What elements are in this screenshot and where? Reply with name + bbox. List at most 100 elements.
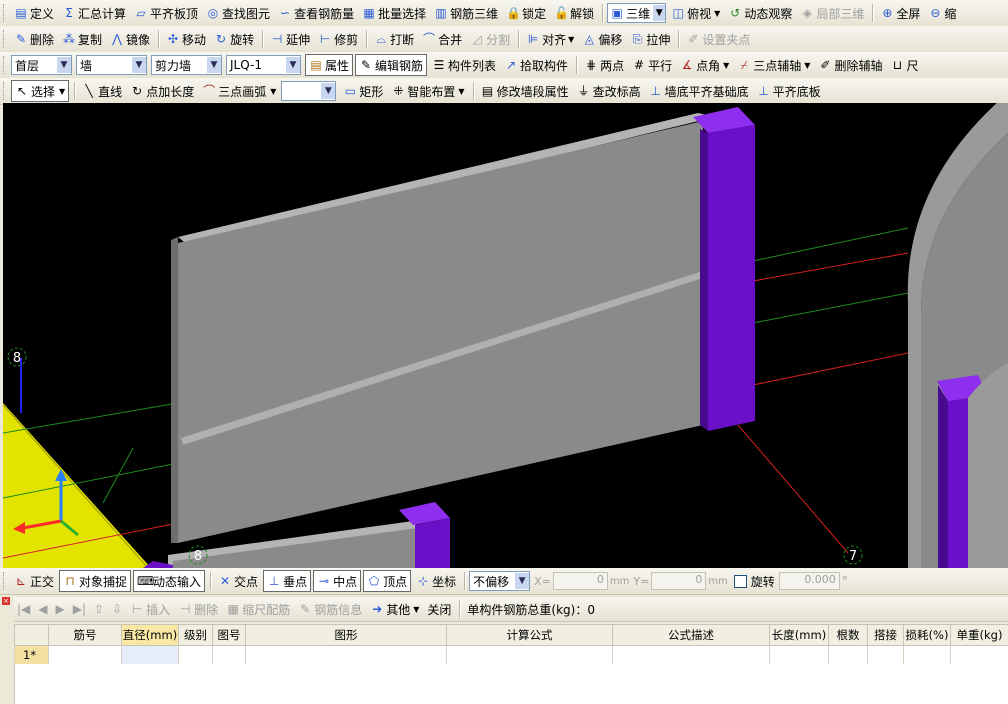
grid-cell[interactable] — [867, 645, 904, 665]
rebar-info-button[interactable]: ✎ 钢筋信息 — [295, 599, 365, 619]
midpoint-snap[interactable]: ⊸ 中点 — [313, 570, 362, 592]
grip-point-button[interactable]: ✐ 设置夹点 — [683, 29, 753, 49]
rotate-checkbox[interactable] — [733, 574, 747, 588]
3d-viewport[interactable]: 8 8 7 — [3, 103, 1008, 568]
toolbar-grip[interactable] — [3, 4, 8, 22]
table-row[interactable]: 1* — [14, 645, 1008, 665]
edit-rebar-button[interactable]: ✎ 编辑钢筋 — [355, 54, 428, 76]
toolbar-grip[interactable] — [3, 30, 8, 48]
column-header[interactable]: 长度(mm) — [769, 624, 829, 646]
column-header[interactable]: 计算公式 — [446, 624, 613, 646]
grid-cell[interactable] — [245, 645, 447, 665]
column-header[interactable]: 图形 — [245, 624, 447, 646]
column-header[interactable]: 根数 — [828, 624, 868, 646]
extend-button[interactable]: ⊣ 延伸 — [267, 29, 313, 49]
next-record-button[interactable]: ▶ — [53, 599, 68, 619]
batch-select-button[interactable]: ▦ 批量选择 — [359, 3, 429, 23]
move-down-button[interactable]: ⇩ — [109, 599, 125, 619]
perpendicular-snap[interactable]: ⊥ 垂点 — [263, 570, 312, 592]
view-mode-dropdown[interactable]: ▣ 三维 ▼ — [607, 3, 667, 23]
delete-button[interactable]: ✎ 删除 — [11, 29, 57, 49]
properties-button[interactable]: ▤ 属性 — [305, 54, 354, 76]
select-button[interactable]: ↖ 选择 ▼ — [11, 80, 70, 102]
grid-cell[interactable] — [950, 645, 1008, 665]
fullscreen-button[interactable]: ⊕ 全屏 — [877, 3, 923, 23]
smart-layout-button[interactable]: ⁜ 智能布置 ▼ — [388, 81, 467, 101]
column-header[interactable]: 图号 — [212, 624, 246, 646]
column-header[interactable]: 搭接 — [867, 624, 904, 646]
delete-row-button[interactable]: ⊣ 删除 — [175, 599, 221, 619]
close-panel-icon[interactable]: × — [2, 597, 10, 605]
split-button[interactable]: ◿ 分割 — [467, 29, 513, 49]
break-button[interactable]: ⌓ 打断 — [371, 29, 417, 49]
align-button[interactable]: ⊫ 对齐 ▼ — [523, 29, 577, 49]
column-header[interactable]: 单重(kg) — [950, 624, 1008, 646]
mirror-button[interactable]: ⋀ 镜像 — [107, 29, 153, 49]
grid-cell[interactable] — [212, 645, 246, 665]
local-3d-button[interactable]: ◈ 局部三维 — [797, 3, 867, 23]
insert-button[interactable]: ⊢ 插入 — [127, 599, 173, 619]
two-points-axis-button[interactable]: ⋕ 两点 — [581, 55, 627, 75]
object-snap-toggle[interactable]: ⊓ 对象捕捉 — [59, 570, 132, 592]
unlock-button[interactable]: 🔓 解锁 — [551, 3, 597, 23]
sum-button[interactable]: Σ 汇总计算 — [59, 3, 129, 23]
row-header[interactable]: 1* — [14, 645, 49, 665]
toolbar-grip[interactable] — [3, 56, 8, 74]
type-select[interactable]: 剪力墙 ▼ — [151, 55, 222, 75]
floor-select[interactable]: 首层 ▼ — [11, 55, 72, 75]
arc-button[interactable]: ⌒ 三点画弧 ▼ — [199, 81, 279, 101]
binoculars-button[interactable]: ◎ 查找图元 — [203, 3, 273, 23]
check-elevation-button[interactable]: ⏚ 查改标高 — [574, 81, 644, 101]
offset-mode-select[interactable]: 不偏移 ▼ — [469, 571, 531, 591]
shape-select[interactable]: ▼ — [281, 81, 337, 101]
offset-button[interactable]: ◬ 偏移 — [579, 29, 625, 49]
close-button[interactable]: 关闭 — [424, 599, 454, 619]
column-header[interactable]: 损耗(%) — [903, 624, 951, 646]
grid-cell[interactable] — [828, 645, 868, 665]
point-length-button[interactable]: ↻ 点加长度 — [127, 81, 197, 101]
prev-record-button[interactable]: ◀ — [35, 599, 50, 619]
line-button[interactable]: ╲ 直线 — [79, 81, 125, 101]
grid-cell[interactable] — [769, 645, 829, 665]
grid-cell[interactable] — [178, 645, 213, 665]
coordinate-snap[interactable]: ⊹ 坐标 — [413, 571, 459, 591]
rebar-view-button[interactable]: ∽ 查看钢筋量 — [275, 3, 357, 23]
other-button[interactable]: ➜ 其他 ▼ — [367, 599, 422, 619]
parallel-axis-button[interactable]: # 平行 — [629, 55, 675, 75]
category-select[interactable]: 墙 ▼ — [76, 55, 147, 75]
stretch-button[interactable]: ⎘ 拉伸 — [627, 29, 673, 49]
column-header[interactable]: 公式描述 — [612, 624, 770, 646]
column-header[interactable]: 直径(mm) — [121, 624, 179, 646]
grid-cell[interactable] — [903, 645, 951, 665]
merge-button[interactable]: ⌒ 合并 — [419, 29, 465, 49]
component-select[interactable]: JLQ-1 ▼ — [226, 55, 301, 75]
delete-axis-button[interactable]: ✐ 删除辅轴 — [815, 55, 885, 75]
move-button[interactable]: ✣ 移动 — [163, 29, 209, 49]
grid-cell[interactable] — [121, 645, 179, 665]
grid-cell[interactable] — [48, 645, 122, 665]
rotate-button[interactable]: ↻ 旋转 — [211, 29, 257, 49]
dimension-button[interactable]: ⊔ 尺 — [887, 55, 921, 75]
point-angle-button[interactable]: ∡ 点角 ▼ — [677, 55, 732, 75]
level-slab-button[interactable]: ▱ 平齐板顶 — [131, 3, 201, 23]
first-record-button[interactable]: |◀ — [14, 599, 33, 619]
dynamic-observe-button[interactable]: ↺ 动态观察 — [725, 3, 795, 23]
define-button[interactable]: ▤ 定义 — [11, 3, 57, 23]
level-base-button[interactable]: ⊥ 平齐底板 — [754, 81, 824, 101]
scale-rebar-button[interactable]: ▦ 缩尺配筋 — [223, 599, 293, 619]
copy-button[interactable]: ⁂ 复制 — [59, 29, 105, 49]
wall-bottom-align-button[interactable]: ⊥ 墙底平齐基础底 — [646, 81, 752, 101]
zoom-out-button[interactable]: ⊖ 缩 — [925, 3, 959, 23]
intersection-snap[interactable]: ✕ 交点 — [215, 571, 261, 591]
lock-button[interactable]: 🔒 锁定 — [503, 3, 549, 23]
column-header[interactable]: 级别 — [178, 624, 213, 646]
rebar-3d-button[interactable]: ▥ 钢筋三维 — [431, 3, 501, 23]
last-record-button[interactable]: ▶| — [70, 599, 89, 619]
grid-cell[interactable] — [612, 645, 770, 665]
modify-wall-props-button[interactable]: ▤ 修改墙段属性 — [478, 81, 572, 101]
toolbar-grip[interactable] — [3, 82, 8, 100]
view-angle-button[interactable]: ◫ 俯视 ▼ — [668, 3, 723, 23]
move-up-button[interactable]: ⇧ — [91, 599, 107, 619]
rect-button[interactable]: ▭ 矩形 — [340, 81, 386, 101]
grid-cell[interactable] — [446, 645, 613, 665]
